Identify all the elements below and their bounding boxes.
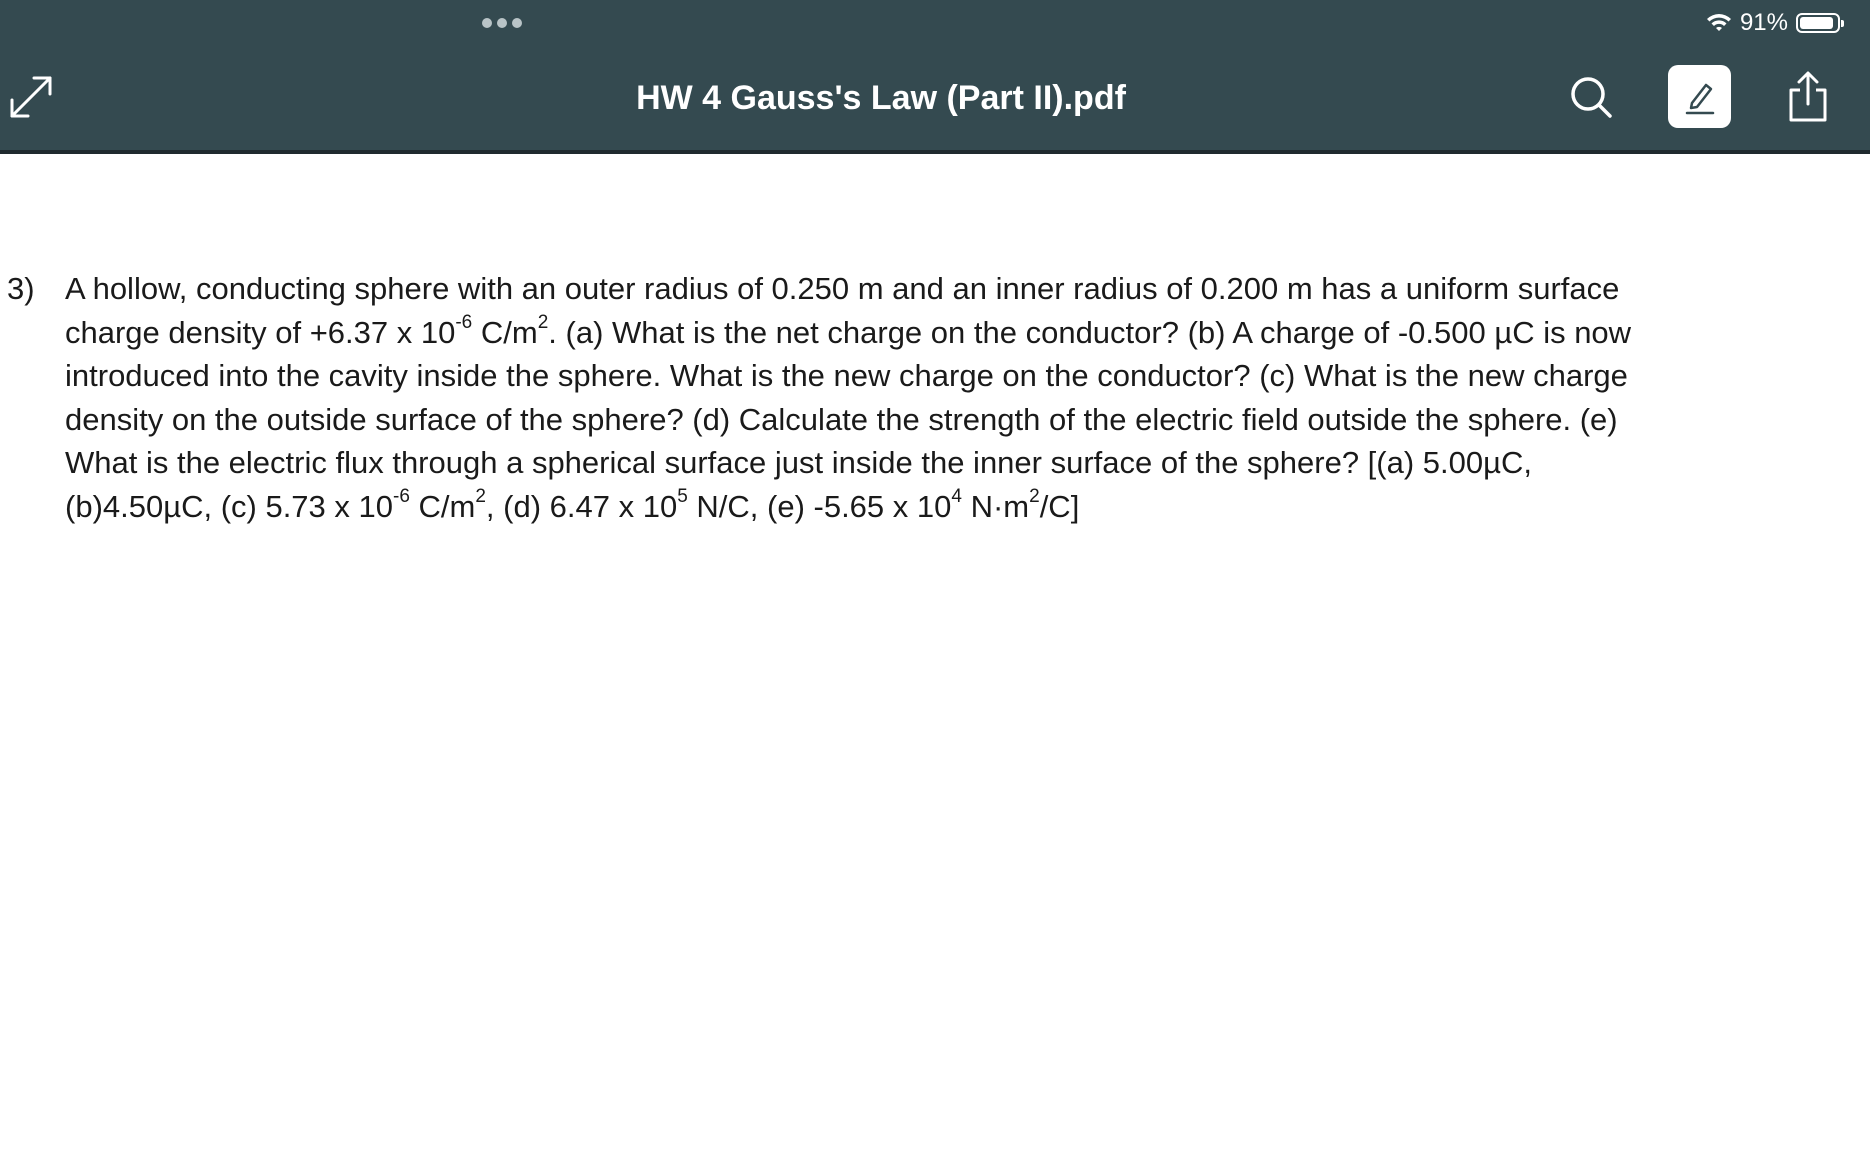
- top-toolbar: 91% HW 4 Gauss's Law (Part II).pdf: [0, 0, 1870, 154]
- multitasking-dots-icon[interactable]: [482, 18, 522, 28]
- text-fragment: C/m: [472, 314, 538, 350]
- text-fragment: , (d) 6.47 x 10: [485, 488, 678, 524]
- text-line-4: density on the outside surface of the sp…: [65, 401, 1618, 437]
- superscript: 2: [475, 486, 486, 508]
- superscript: 4: [951, 486, 962, 508]
- status-bar: 91%: [1706, 8, 1844, 38]
- text-fragment: charge density of +6.37 x 10: [65, 314, 456, 350]
- text-fragment: . (a) What is the net charge on the cond…: [548, 314, 1632, 350]
- superscript: 2: [537, 312, 549, 334]
- text-line-6: (b)4.50µC, (c) 5.73 x 10-6 C/m2, (d) 6.4…: [65, 485, 1740, 529]
- text-line-3: introduced into the cavity inside the sp…: [65, 358, 1628, 393]
- search-icon: [1571, 77, 1612, 118]
- document-title: HW 4 Gauss's Law (Part II).pdf: [636, 79, 1126, 117]
- battery-percentage: 91%: [1739, 9, 1788, 36]
- text-fragment: /C]: [1039, 488, 1080, 524]
- share-button[interactable]: [1786, 70, 1830, 124]
- battery-icon: [1796, 13, 1844, 33]
- share-icon: [1789, 71, 1827, 122]
- problem-number: 3): [7, 271, 35, 306]
- text-line-2: charge density of +6.37 x 10-6 C/m2. (a)…: [65, 311, 1740, 355]
- pdf-page[interactable]: 3) A hollow, conducting sphere with an o…: [0, 154, 1870, 1170]
- search-button[interactable]: [1568, 74, 1614, 120]
- text-fragment: (b)4.50µC, (c) 5.73 x 10: [65, 488, 393, 524]
- superscript: -6: [393, 486, 410, 508]
- superscript: 2: [1029, 486, 1040, 508]
- superscript: -6: [455, 312, 473, 334]
- markup-pen-icon: [1685, 83, 1714, 114]
- wifi-icon: [1706, 14, 1731, 31]
- text-fragment: C/m: [409, 488, 476, 524]
- text-fragment: N/C, (e) -5.65 x 10: [687, 488, 952, 524]
- text-line-5: What is the electric flux through a sphe…: [65, 445, 1532, 480]
- problem-3: 3) A hollow, conducting sphere with an o…: [0, 267, 1740, 528]
- text-line-1: A hollow, conducting sphere with an oute…: [65, 271, 1620, 306]
- text-fragment: N·m: [961, 488, 1030, 524]
- markup-button[interactable]: [1668, 65, 1731, 128]
- problem-text: A hollow, conducting sphere with an oute…: [65, 267, 1740, 528]
- superscript: 5: [677, 486, 688, 508]
